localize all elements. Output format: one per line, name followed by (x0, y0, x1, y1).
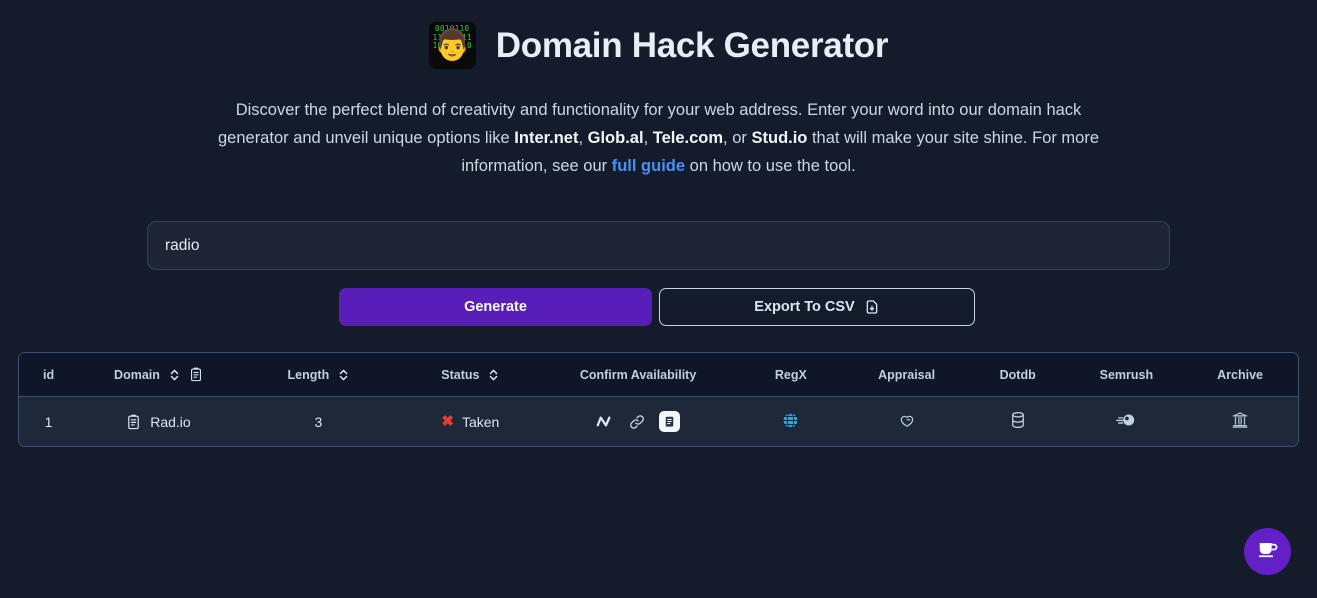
column-header-archive: Archive (1182, 353, 1298, 397)
sort-toggle-icon[interactable] (488, 368, 499, 382)
search-section (147, 221, 1170, 270)
column-label-regx: RegX (774, 367, 807, 382)
generate-button[interactable]: Generate (339, 288, 652, 326)
table-row: 1 Rad.io 3 ✖ Taken (19, 396, 1298, 447)
cell-confirm-availability (543, 397, 734, 447)
column-label-length: Length (287, 367, 330, 382)
page-header: 0010110 1101 011 10 0 👨 Domain Hack Gene… (0, 0, 1317, 69)
semrush-comet-icon[interactable] (1116, 413, 1136, 427)
database-icon[interactable] (1010, 411, 1026, 429)
column-label-id: id (43, 367, 55, 382)
cell-domain: Rad.io (78, 397, 239, 447)
clipboard-copy-icon[interactable] (189, 367, 203, 382)
example-domain-2: Glob.al (587, 129, 644, 147)
column-header-appraisal: Appraisal (848, 353, 964, 397)
globe-icon[interactable] (782, 412, 799, 429)
intro-sep-1: , (578, 129, 588, 147)
technologist-emoji-icon: 0010110 1101 011 10 0 👨 (428, 22, 476, 69)
column-header-domain[interactable]: Domain (78, 353, 239, 397)
app-root: 0010110 1101 011 10 0 👨 Domain Hack Gene… (0, 0, 1317, 598)
cell-semrush (1071, 397, 1183, 447)
cell-archive (1182, 397, 1298, 447)
example-domain-3: Tele.com (652, 129, 724, 147)
column-header-status[interactable]: Status (398, 353, 543, 397)
column-label-semrush: Semrush (1099, 367, 1154, 382)
emoji-glyph: 👨 (433, 28, 471, 62)
column-label-archive: Archive (1217, 367, 1263, 382)
action-buttons: Generate Export To CSV (147, 288, 1170, 326)
export-button-label: Export To CSV (754, 299, 855, 315)
column-header-regx: RegX (733, 353, 848, 397)
clipboard-copy-icon[interactable] (126, 414, 141, 430)
intro-text-3: on how to use the tool. (685, 157, 856, 175)
intro-sep-2: , (643, 129, 653, 147)
column-label-appraisal: Appraisal (878, 367, 936, 382)
generate-button-label: Generate (464, 299, 527, 315)
column-header-id: id (19, 353, 78, 397)
export-csv-button[interactable]: Export To CSV (659, 288, 975, 326)
archive-building-icon[interactable] (1231, 411, 1249, 429)
cell-length: 3 (314, 413, 323, 430)
full-guide-link[interactable]: full guide (612, 157, 685, 175)
godaddy-icon[interactable] (898, 411, 916, 429)
sort-toggle-icon[interactable] (338, 368, 349, 382)
results-table: id Domain Length Status Confirm Availabi… (18, 352, 1299, 447)
table-header-row: id Domain Length Status Confirm Availabi… (19, 353, 1298, 397)
cell-appraisal (848, 397, 964, 447)
file-download-icon (864, 299, 880, 315)
column-label-dotdb: Dotdb (999, 367, 1036, 382)
status-badge: Taken (461, 413, 500, 430)
cell-dotdb (965, 397, 1071, 447)
x-cross-icon: ✖ (441, 413, 454, 430)
cell-status: ✖ Taken (398, 397, 543, 447)
example-domain-4: Stud.io (751, 129, 808, 147)
link-chain-icon[interactable] (628, 413, 646, 431)
column-header-dotdb: Dotdb (965, 353, 1071, 397)
sort-toggle-icon[interactable] (169, 368, 180, 382)
coffee-cup-icon (1256, 538, 1280, 565)
intro-sep-3: , or (723, 129, 752, 147)
column-header-confirm-availability: Confirm Availability (543, 353, 734, 397)
clipboard-white-icon[interactable] (659, 411, 681, 432)
intro-paragraph: Discover the perfect blend of creativity… (209, 96, 1109, 180)
page-title: Domain Hack Generator (495, 25, 889, 65)
example-domain-1: Inter.net (514, 129, 579, 147)
cell-regx (733, 397, 848, 447)
buy-me-a-coffee-button[interactable] (1244, 528, 1291, 575)
column-header-semrush: Semrush (1071, 353, 1183, 397)
column-label-status: Status (441, 367, 480, 382)
column-label-domain: Domain (114, 367, 160, 382)
domain-name-text: Rad.io (150, 413, 191, 430)
cell-id: 1 (44, 413, 53, 430)
namecheap-icon[interactable] (596, 414, 615, 429)
search-input[interactable] (147, 221, 1170, 270)
column-label-confirm: Confirm Availability (579, 367, 697, 382)
column-header-length[interactable]: Length (239, 353, 398, 397)
